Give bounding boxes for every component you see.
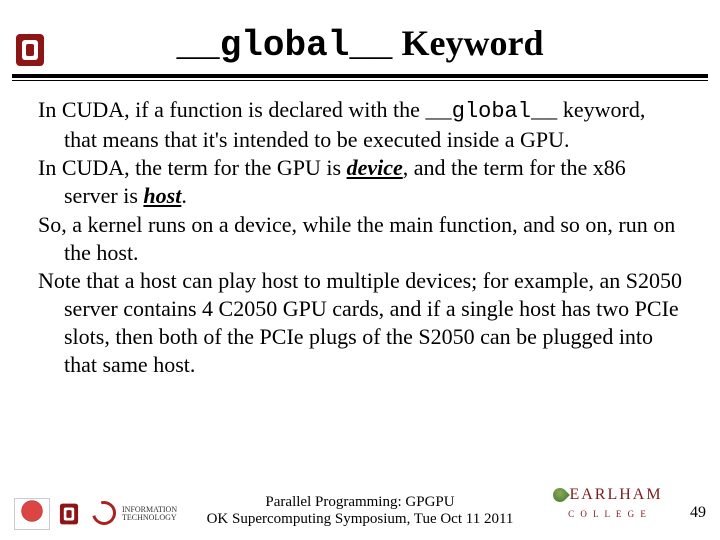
footer: INFORMATIONTECHNOLOGY Parallel Programmi… — [0, 478, 720, 534]
title-word: Keyword — [402, 23, 544, 63]
page-number: 49 — [690, 504, 706, 522]
earlham-top: EARLHAM — [569, 486, 662, 503]
text: In CUDA, if a function is declared with … — [38, 97, 425, 122]
paragraph-2: In CUDA, the term for the GPU is device,… — [38, 154, 682, 210]
term-device: device — [347, 155, 403, 180]
title-code: __global__ — [176, 25, 392, 66]
text: . — [181, 183, 187, 208]
ou-logo-icon — [10, 30, 50, 70]
leaf-icon — [551, 485, 571, 505]
slide: __global__ Keyword In CUDA, if a functio… — [0, 0, 720, 540]
title-underline — [12, 74, 708, 78]
earlham-logo: EARLHAM C O L L E G E — [548, 486, 668, 522]
term-host: host — [143, 183, 181, 208]
header: __global__ Keyword — [0, 0, 720, 78]
paragraph-4: Note that a host can play host to multip… — [38, 267, 682, 380]
slide-title: __global__ Keyword — [60, 24, 660, 66]
slide-body: In CUDA, if a function is declared with … — [38, 96, 682, 380]
text: In CUDA, the term for the GPU is — [38, 155, 347, 180]
paragraph-3: So, a kernel runs on a device, while the… — [38, 211, 682, 267]
paragraph-1: In CUDA, if a function is declared with … — [38, 96, 682, 154]
earlham-bottom: C O L L E G E — [568, 509, 648, 519]
inline-code: __global__ — [425, 99, 557, 124]
